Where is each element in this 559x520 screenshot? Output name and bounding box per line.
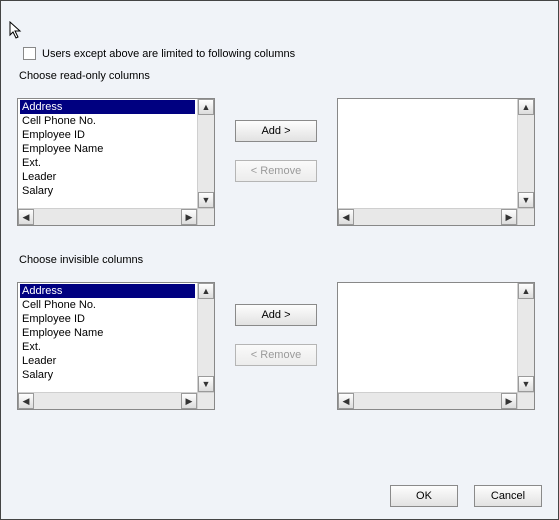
scroll-right-icon[interactable]: ▶	[501, 209, 517, 225]
list-item[interactable]: Address	[20, 100, 195, 114]
readonly-selected-list[interactable]: ▲ ▼ ◀ ▶	[337, 98, 535, 226]
list-item[interactable]: Ext.	[20, 156, 195, 170]
invisible-picker: AddressCell Phone No.Employee IDEmployee…	[17, 282, 542, 410]
scroll-track[interactable]	[354, 393, 501, 409]
limit-columns-checkbox[interactable]	[23, 47, 36, 60]
readonly-add-button[interactable]: Add >	[235, 120, 317, 142]
limit-columns-label: Users except above are limited to follow…	[42, 48, 295, 60]
scroll-track[interactable]	[198, 115, 214, 192]
dialog-footer: OK Cancel	[390, 485, 542, 507]
scroll-up-icon[interactable]: ▲	[198, 99, 214, 115]
scrollbar-vertical[interactable]: ▲ ▼	[197, 99, 214, 208]
list-item[interactable]: Employee Name	[20, 326, 195, 340]
scroll-down-icon[interactable]: ▼	[198, 376, 214, 392]
scrollbar-horizontal[interactable]: ◀ ▶	[338, 208, 534, 225]
scroll-right-icon[interactable]: ▶	[181, 209, 197, 225]
scrollbar-vertical[interactable]: ▲ ▼	[197, 283, 214, 392]
dialog-window: Users except above are limited to follow…	[0, 0, 559, 520]
invisible-section-label: Choose invisible columns	[19, 254, 542, 266]
list-item[interactable]: Employee Name	[20, 142, 195, 156]
scroll-track[interactable]	[518, 299, 534, 376]
scroll-up-icon[interactable]: ▲	[518, 99, 534, 115]
cancel-button[interactable]: Cancel	[474, 485, 542, 507]
list-item[interactable]: Leader	[20, 170, 195, 184]
scroll-left-icon[interactable]: ◀	[18, 209, 34, 225]
ok-button[interactable]: OK	[390, 485, 458, 507]
invisible-buttons: Add > < Remove	[235, 304, 317, 366]
scroll-up-icon[interactable]: ▲	[198, 283, 214, 299]
scroll-down-icon[interactable]: ▼	[518, 376, 534, 392]
invisible-add-button[interactable]: Add >	[235, 304, 317, 326]
scroll-down-icon[interactable]: ▼	[518, 192, 534, 208]
list-item[interactable]: Cell Phone No.	[20, 298, 195, 312]
scrollbar-vertical[interactable]: ▲ ▼	[517, 283, 534, 392]
readonly-available-list[interactable]: AddressCell Phone No.Employee IDEmployee…	[17, 98, 215, 226]
list-item[interactable]: Employee ID	[20, 128, 195, 142]
scroll-left-icon[interactable]: ◀	[338, 209, 354, 225]
scroll-track[interactable]	[518, 115, 534, 192]
list-item[interactable]: Ext.	[20, 340, 195, 354]
invisible-available-list[interactable]: AddressCell Phone No.Employee IDEmployee…	[17, 282, 215, 410]
readonly-buttons: Add > < Remove	[235, 120, 317, 182]
scrollbar-horizontal[interactable]: ◀ ▶	[338, 392, 534, 409]
scroll-right-icon[interactable]: ▶	[181, 393, 197, 409]
scroll-track[interactable]	[354, 209, 501, 225]
invisible-selected-list[interactable]: ▲ ▼ ◀ ▶	[337, 282, 535, 410]
scroll-corner	[197, 209, 214, 225]
scroll-left-icon[interactable]: ◀	[338, 393, 354, 409]
list-item[interactable]: Salary	[20, 368, 195, 382]
readonly-picker: AddressCell Phone No.Employee IDEmployee…	[17, 98, 542, 226]
scroll-track[interactable]	[34, 209, 181, 225]
scroll-left-icon[interactable]: ◀	[18, 393, 34, 409]
scroll-corner	[517, 393, 534, 409]
cursor-icon	[9, 21, 25, 41]
readonly-remove-button[interactable]: < Remove	[235, 160, 317, 182]
limit-columns-row: Users except above are limited to follow…	[23, 47, 542, 60]
list-item[interactable]: Leader	[20, 354, 195, 368]
scroll-track[interactable]	[34, 393, 181, 409]
scroll-track[interactable]	[198, 299, 214, 376]
readonly-section-label: Choose read-only columns	[19, 70, 542, 82]
scroll-up-icon[interactable]: ▲	[518, 283, 534, 299]
scrollbar-horizontal[interactable]: ◀ ▶	[18, 392, 214, 409]
scroll-corner	[517, 209, 534, 225]
scrollbar-vertical[interactable]: ▲ ▼	[517, 99, 534, 208]
scroll-right-icon[interactable]: ▶	[501, 393, 517, 409]
scroll-down-icon[interactable]: ▼	[198, 192, 214, 208]
list-item[interactable]: Address	[20, 284, 195, 298]
invisible-remove-button[interactable]: < Remove	[235, 344, 317, 366]
list-item[interactable]: Employee ID	[20, 312, 195, 326]
scrollbar-horizontal[interactable]: ◀ ▶	[18, 208, 214, 225]
list-item[interactable]: Cell Phone No.	[20, 114, 195, 128]
list-item[interactable]: Salary	[20, 184, 195, 198]
scroll-corner	[197, 393, 214, 409]
